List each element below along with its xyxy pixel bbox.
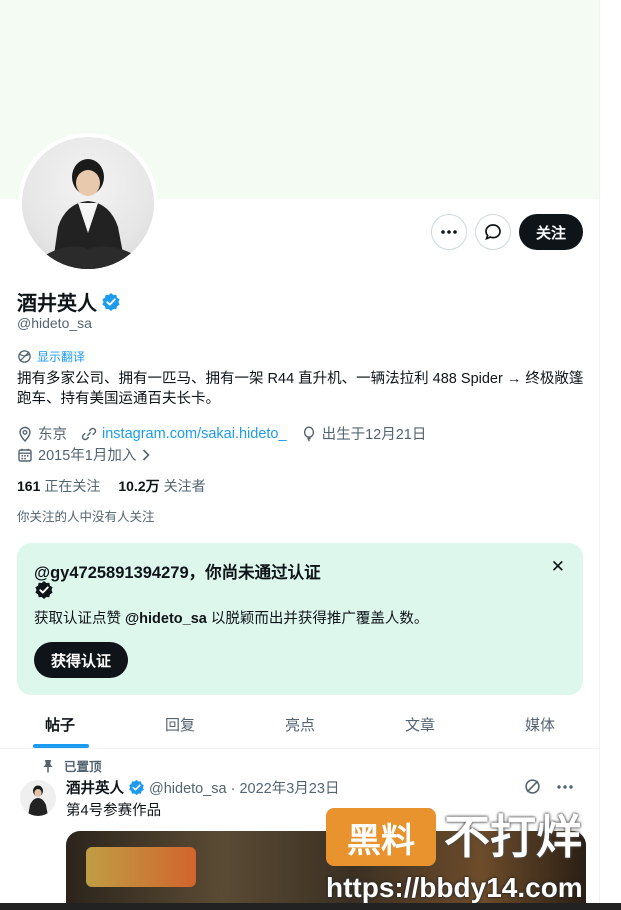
joined-text: 2015年1月加入 [38, 448, 137, 464]
translate-label: 显示翻译 [37, 350, 86, 364]
tab-media-label: 媒体 [524, 717, 555, 734]
calendar-icon [18, 448, 32, 462]
verify-desc-handle: @hideto_sa [125, 611, 207, 627]
website-item[interactable]: instagram.com/sakai.hideto_ [81, 426, 287, 442]
message-button[interactable] [475, 214, 511, 250]
tweet-author-name[interactable]: 酒井英人 [66, 777, 124, 798]
balloon-icon [303, 425, 314, 442]
more-icon[interactable] [557, 784, 573, 789]
verified-badge-icon[interactable] [128, 779, 145, 796]
profile-column: 关注 酒井英人 @hideto_sa 显示翻译 拥有多家公司、拥有一匹马、拥有一… [0, 0, 600, 910]
tab-replies[interactable]: 回复 [120, 701, 240, 748]
verify-card-title: @gy4725891394279，你尚未通过认证 [34, 564, 321, 582]
link-icon [81, 427, 97, 440]
avatar-image [42, 159, 138, 269]
verify-desc-suffix: 以脱颖而出并获得推广覆盖人数。 [206, 611, 429, 627]
tab-posts-label: 帖子 [44, 717, 75, 734]
message-bubble-icon [485, 224, 501, 241]
pinned-label: 已置顶 [64, 760, 102, 774]
tweet-avatar-image [20, 780, 56, 816]
verify-desc-prefix: 获取认证点赞 [34, 611, 126, 627]
followers-label: 关注者 [163, 478, 206, 494]
follow-button[interactable]: 关注 [519, 214, 583, 250]
verification-prompt-card: @gy4725891394279，你尚未通过认证 ✕ 获取认证点赞 @hidet… [17, 543, 583, 695]
watermark-badge: 黑料 [326, 808, 436, 866]
profile-handle: @hideto_sa [17, 315, 92, 331]
translate-globe-icon [18, 350, 31, 363]
site-watermark: 黑料 不打烊 https://bbdy14.com [326, 808, 611, 904]
tweet-avatar[interactable] [20, 780, 56, 816]
joined-item[interactable]: 2015年1月加入 [17, 444, 151, 465]
profile-avatar[interactable] [22, 137, 154, 269]
location-pin-icon [19, 426, 31, 442]
close-icon[interactable]: ✕ [551, 557, 565, 577]
active-tab-indicator [33, 744, 89, 748]
grok-icon[interactable] [524, 778, 541, 795]
birthday-text: 出生于12月21日 [321, 427, 427, 443]
profile-bio: 拥有多家公司、拥有一匹马、拥有一架 R44 直升机、一辆法拉利 488 Spid… [17, 371, 584, 407]
followers-stat[interactable]: 10.2万 关注者 [118, 476, 205, 496]
bottom-edge-bar [0, 903, 621, 910]
tab-posts[interactable]: 帖子 [0, 701, 120, 748]
following-stat[interactable]: 161 正在关注 [17, 476, 100, 496]
translate-link[interactable]: 显示翻译 [17, 348, 85, 365]
mutual-followers-note[interactable]: 你关注的人中没有人关注 [17, 506, 155, 525]
tab-articles[interactable]: 文章 [360, 701, 480, 748]
website-link[interactable]: instagram.com/sakai.hideto_ [102, 426, 287, 442]
profile-tabs: 帖子 回复 亮点 文章 媒体 [0, 701, 599, 749]
tab-articles-label: 文章 [404, 717, 435, 734]
location-text: 东京 [38, 427, 67, 443]
watermark-text: 不打烊 [444, 811, 582, 863]
verify-card-description: 获取认证点赞 @hideto_sa 以脱颖而出并获得推广覆盖人数。 [34, 607, 428, 628]
birthday-item: 出生于12月21日 [301, 423, 427, 444]
profile-meta-row-1: 东京 instagram.com/sakai.hideto_ 出生于12月21日 [17, 423, 440, 444]
profile-name-row: 酒井英人 [17, 287, 121, 316]
verified-check-icon [35, 581, 53, 599]
media-logo-graphic [86, 847, 196, 887]
follow-stats: 161 正在关注 10.2万 关注者 [17, 476, 206, 496]
tweet-handle-date[interactable]: @hideto_sa · 2022年3月23日 [149, 777, 339, 798]
location-item: 东京 [17, 423, 67, 444]
tab-replies-label: 回复 [164, 717, 195, 734]
get-verified-button[interactable]: 获得认证 [34, 642, 129, 678]
verified-badge-icon[interactable] [101, 292, 121, 312]
tab-media[interactable]: 媒体 [480, 701, 599, 748]
tweet-actions-top [524, 778, 573, 795]
following-label: 正在关注 [44, 478, 101, 494]
tweet-header: 酒井英人 @hideto_sa · 2022年3月23日 [66, 777, 339, 798]
chevron-right-icon [143, 448, 150, 461]
followers-count: 10.2万 [118, 478, 160, 494]
tab-highlights-label: 亮点 [284, 717, 315, 734]
following-count: 161 [17, 478, 41, 494]
profile-name: 酒井英人 [17, 293, 97, 315]
watermark-url: https://bbdy14.com [326, 872, 583, 903]
tab-highlights[interactable]: 亮点 [240, 701, 360, 748]
pinned-indicator: 已置顶 [42, 756, 102, 775]
pin-icon [43, 759, 53, 772]
profile-meta-row-2: 2015年1月加入 [17, 444, 165, 465]
more-options-button[interactable] [431, 214, 467, 250]
more-icon [441, 230, 457, 234]
tweet-text: 第4号参赛作品 [66, 803, 162, 819]
